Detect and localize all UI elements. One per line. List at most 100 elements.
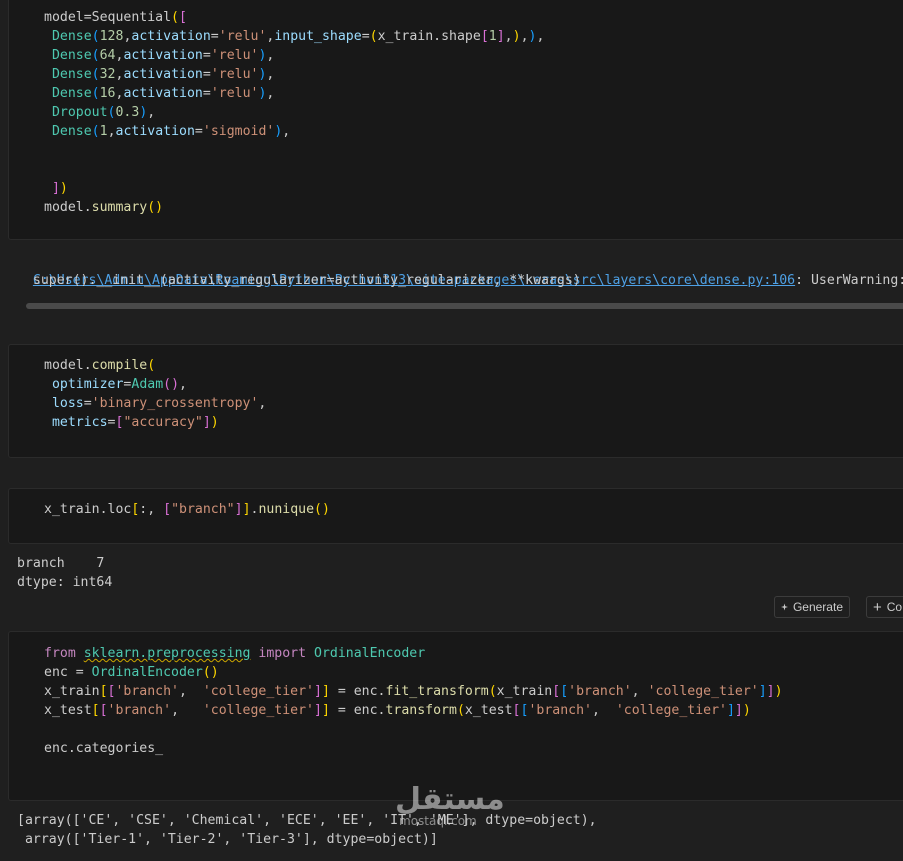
code-token: 'branch'	[115, 684, 180, 699]
scrollbar-thumb[interactable]	[26, 303, 903, 309]
code-token: ]	[321, 703, 330, 718]
code-token: [	[163, 502, 172, 517]
code-token: = enc.	[329, 684, 386, 699]
code-token: ,	[282, 124, 291, 139]
code-token: 64	[99, 48, 116, 63]
code-token: =	[202, 48, 211, 63]
code-token: Dense	[51, 29, 92, 44]
code-token: 1	[99, 124, 108, 139]
code-label: Co	[886, 600, 903, 614]
code-token: :,	[139, 502, 164, 517]
code-line: enc.categories_	[44, 739, 163, 758]
code-token: OrdinalEncoder	[91, 665, 203, 680]
code-token: x_train.loc	[44, 502, 132, 517]
code-token: loss	[51, 396, 84, 411]
output-horizontal-scrollbar[interactable]	[14, 301, 903, 312]
code-cell-compile[interactable]: model.compile( optimizer=Adam(), loss='b…	[8, 344, 903, 458]
code-token: 'relu'	[210, 67, 259, 82]
code-line: loss='binary_crossentropy',	[44, 394, 266, 413]
code-token: 'college_tier'	[647, 684, 759, 699]
code-token: )	[512, 29, 521, 44]
code-token: )	[742, 703, 751, 718]
code-token: "branch"	[171, 502, 235, 517]
code-token: enc =	[44, 665, 92, 680]
code-token: )	[210, 415, 219, 430]
code-token: ]	[234, 502, 243, 517]
code-line: Dense(64,activation='relu'),	[44, 46, 274, 65]
code-token: 'binary_crossentropy'	[91, 396, 259, 411]
code-token: ,	[536, 29, 545, 44]
code-token: ,	[179, 377, 187, 392]
code-token: ()	[314, 502, 330, 517]
add-code-cell-button[interactable]: + Co	[866, 596, 903, 618]
code-token: (	[147, 358, 156, 373]
code-token: (	[91, 29, 100, 44]
code-line: Dense(128,activation='relu',input_shape=…	[44, 27, 544, 46]
code-token: fit_transform	[385, 684, 489, 699]
code-line: model.summary()	[44, 198, 163, 217]
code-token: optimizer	[51, 377, 124, 392]
code-token: ,	[258, 396, 267, 411]
code-cell-nunique[interactable]: x_train.loc[:, ["branch"]].nunique()	[8, 488, 903, 544]
code-token: ]	[314, 703, 322, 718]
code-token: =	[202, 86, 211, 101]
code-cell-ordinal-encoder[interactable]: from sklearn.preprocessing import Ordina…	[8, 631, 903, 801]
code-line: model.compile(	[44, 356, 155, 375]
generate-button[interactable]: Generate	[774, 596, 850, 618]
code-token: ,	[631, 684, 648, 699]
code-token: ]	[242, 502, 251, 517]
code-token: =	[194, 124, 203, 139]
code-line: ])	[44, 179, 68, 198]
code-token: [	[99, 684, 108, 699]
code-token: 'branch'	[528, 703, 592, 718]
code-token: ]	[51, 181, 60, 196]
code-line: enc = OrdinalEncoder()	[44, 663, 219, 682]
output-categories-line1: [array(['CE', 'CSE', 'Chemical', 'ECE', …	[17, 813, 597, 828]
watermark-arabic-text: مستقل	[395, 782, 505, 817]
code-token: Adam	[131, 377, 164, 392]
code-token: from	[44, 646, 76, 661]
code-line: x_test[['branch', 'college_tier']] = enc…	[44, 701, 751, 720]
code-token: [	[91, 703, 100, 718]
code-token: (	[91, 124, 100, 139]
code-token: )	[774, 684, 783, 699]
code-token: ]	[202, 415, 211, 430]
code-token: = enc.	[329, 703, 386, 718]
code-token: [	[560, 684, 569, 699]
code-token: 'relu'	[210, 86, 259, 101]
code-token: activation	[115, 124, 195, 139]
code-token: model=Sequential	[44, 10, 172, 25]
generate-label: Generate	[792, 600, 843, 614]
code-token: compile	[91, 358, 148, 373]
code-cell-model-definition[interactable]: model=Sequential([ Dense(128,activation=…	[8, 0, 903, 240]
code-token: ]	[496, 29, 505, 44]
code-token: sklearn.preprocessing	[83, 646, 251, 661]
code-token: 'relu'	[210, 48, 259, 63]
mostaql-watermark: مستقل mostaql.com	[395, 782, 505, 828]
code-token: metrics	[51, 415, 108, 430]
code-token: model.	[44, 358, 92, 373]
code-token: OrdinalEncoder	[314, 646, 426, 661]
code-token: ()	[163, 377, 180, 392]
plus-icon: +	[873, 598, 882, 616]
code-token: ,	[266, 48, 275, 63]
code-token: ,	[266, 67, 275, 82]
code-token: ()	[147, 200, 164, 215]
code-token: ,	[147, 105, 156, 120]
code-token: 'sigmoid'	[202, 124, 275, 139]
output-nunique-line2: dtype: int64	[17, 575, 113, 590]
code-token: activation	[131, 29, 211, 44]
code-line: optimizer=Adam(),	[44, 375, 187, 394]
code-line: Dense(1,activation='sigmoid'),	[44, 122, 290, 141]
code-token: =	[83, 396, 92, 411]
code-token: 16	[99, 86, 116, 101]
code-token: activation	[123, 48, 203, 63]
code-token: ]	[314, 684, 322, 699]
code-line: Dropout(0.3),	[44, 103, 155, 122]
